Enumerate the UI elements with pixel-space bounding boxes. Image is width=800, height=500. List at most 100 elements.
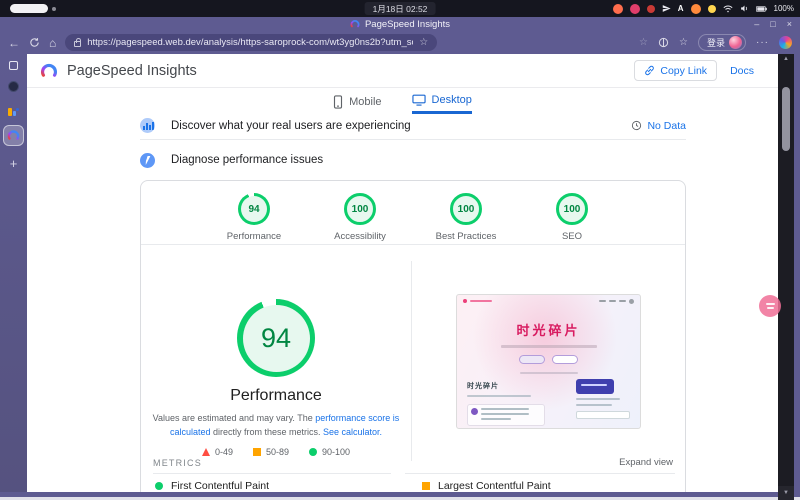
metric-lcp-label: Largest Contentful Paint: [438, 480, 551, 492]
bookmark-dim-star-icon[interactable]: ☆: [639, 38, 648, 48]
send-icon[interactable]: [662, 4, 671, 13]
lock-icon[interactable]: [74, 41, 81, 47]
phone-icon: [333, 95, 343, 109]
sidebar-tab-site1[interactable]: [8, 81, 19, 92]
tab-mobile[interactable]: Mobile: [333, 94, 381, 114]
toolbar-right: ☆ ☆ 登录 ···: [639, 34, 792, 51]
app-tray-icon-1[interactable]: [613, 4, 623, 14]
diagnose-title: Diagnose performance issues: [171, 154, 323, 166]
monitor-icon: [412, 94, 426, 106]
maximize-icon[interactable]: □: [770, 19, 775, 29]
metric-lcp[interactable]: Largest Contentful Paint: [422, 480, 551, 492]
copilot-icon[interactable]: [779, 36, 792, 49]
preview-side-widget: [576, 379, 632, 419]
app-tray-icon-4[interactable]: [691, 4, 701, 14]
performance-gauge[interactable]: 94: [237, 299, 315, 377]
score-label: Performance: [227, 231, 281, 242]
vertical-tab-sidebar: +: [0, 54, 27, 500]
sidebar-tab-pagespeed-active[interactable]: [3, 125, 24, 146]
lab-data-icon: [140, 153, 155, 168]
performance-summary: 94 Performance Values are estimated and …: [141, 244, 411, 457]
score-gauge: 100: [556, 193, 588, 225]
app-header: PageSpeed Insights Copy Link Docs: [27, 54, 778, 88]
tab-actions-icon[interactable]: [9, 61, 18, 70]
expand-view-button[interactable]: Expand view: [619, 457, 673, 468]
performance-score-value: 94: [261, 323, 291, 354]
copy-link-label: Copy Link: [660, 65, 707, 77]
tab-mobile-label: Mobile: [349, 96, 381, 108]
app-tray-icon-2[interactable]: [630, 4, 640, 14]
page-scrollbar[interactable]: ▲: [778, 54, 794, 500]
favorites-icon[interactable]: ☆: [679, 38, 688, 48]
fail-triangle-icon: [202, 448, 210, 456]
score-label: SEO: [562, 231, 582, 242]
back-button[interactable]: ←: [8, 37, 20, 49]
site-screenshot-thumbnail[interactable]: 时光碎片 时光碎片: [456, 294, 641, 429]
legend-pass-range: 90-100: [322, 447, 350, 457]
scrollbar-thumb[interactable]: [782, 87, 790, 151]
metric-fcp[interactable]: First Contentful Paint: [155, 480, 269, 492]
browser-toolbar: ← ⌂ https://pagespeed.web.dev/analysis/h…: [0, 31, 800, 54]
wifi-icon[interactable]: [723, 5, 733, 13]
browser-tab-bar: PageSpeed Insights – □ ×: [0, 17, 800, 31]
page-title: PageSpeed Insights: [67, 63, 197, 79]
scroll-down-icon[interactable]: ▼: [778, 486, 794, 500]
scroll-up-icon[interactable]: ▲: [783, 56, 789, 62]
url-text[interactable]: https://pagespeed.web.dev/analysis/https…: [87, 37, 413, 48]
app-tray-icon-5[interactable]: [708, 5, 716, 13]
preview-section: 时光碎片: [467, 381, 545, 426]
score-gauge: 94: [238, 193, 270, 225]
sign-in-label: 登录: [707, 36, 725, 49]
refresh-button[interactable]: [29, 37, 40, 48]
app-tray-icon-3[interactable]: [647, 5, 655, 13]
floating-widget[interactable]: [759, 295, 781, 317]
minimize-icon[interactable]: –: [754, 19, 759, 29]
metrics-header: METRICS Expand view: [153, 457, 673, 468]
score-gauge: 100: [450, 193, 482, 225]
see-calculator-link[interactable]: See calculator.: [323, 427, 382, 437]
score-performance[interactable]: 94 Performance: [218, 193, 290, 242]
home-button[interactable]: ⌂: [49, 37, 56, 49]
score-accessibility[interactable]: 100 Accessibility: [324, 193, 396, 242]
metrics-heading: METRICS: [153, 458, 202, 468]
tab-favicon-pagespeed-icon: [350, 19, 360, 29]
divider: [153, 473, 391, 474]
bookmark-star-icon[interactable]: ☆: [419, 37, 428, 48]
close-icon[interactable]: ×: [787, 19, 792, 29]
score-best-practices[interactable]: 100 Best Practices: [430, 193, 502, 242]
category-scores: 94 Performance 100 Accessibility 100 Bes…: [141, 193, 685, 242]
section-discover: Discover what your real users are experi…: [140, 112, 686, 140]
preview-header: [457, 295, 640, 307]
section-diagnose: Diagnose performance issues: [140, 148, 686, 172]
tab-desktop[interactable]: Desktop: [412, 94, 472, 114]
tab-title[interactable]: PageSpeed Insights: [365, 19, 450, 30]
copy-link-button[interactable]: Copy Link: [634, 60, 717, 81]
split-screen-icon[interactable]: [658, 37, 669, 48]
new-tab-button[interactable]: +: [10, 156, 18, 171]
pass-circle-icon: [155, 482, 163, 490]
battery-percent: 100%: [774, 4, 794, 13]
average-square-icon: [422, 482, 430, 490]
overflow-menu-icon[interactable]: ···: [756, 38, 769, 48]
preview-section-title: 时光碎片: [467, 381, 545, 391]
legend-average-range: 50-89: [266, 447, 289, 457]
sign-in-button[interactable]: 登录: [698, 34, 746, 51]
address-bar[interactable]: https://pagespeed.web.dev/analysis/https…: [65, 34, 437, 51]
score-disclaimer: Values are estimated and may vary. The p…: [142, 412, 410, 440]
no-data-status[interactable]: No Data: [631, 120, 686, 132]
score-seo[interactable]: 100 SEO: [536, 193, 608, 242]
discover-title: Discover what your real users are experi…: [171, 120, 411, 132]
notch-pill: [10, 4, 48, 13]
link-icon: [644, 65, 655, 76]
docs-link[interactable]: Docs: [730, 65, 754, 77]
divider: [405, 473, 675, 474]
pagespeed-logo-icon: [40, 62, 58, 80]
volume-icon[interactable]: [740, 4, 749, 13]
input-method-icon[interactable]: A: [678, 4, 684, 13]
window-controls: – □ ×: [754, 17, 792, 31]
system-tray: A 100%: [613, 2, 794, 15]
no-data-label: No Data: [647, 120, 686, 132]
sidebar-tab-analytics-icon[interactable]: [8, 105, 19, 116]
avatar: [729, 36, 742, 49]
system-clock: 1月18日 02:52: [365, 2, 436, 15]
